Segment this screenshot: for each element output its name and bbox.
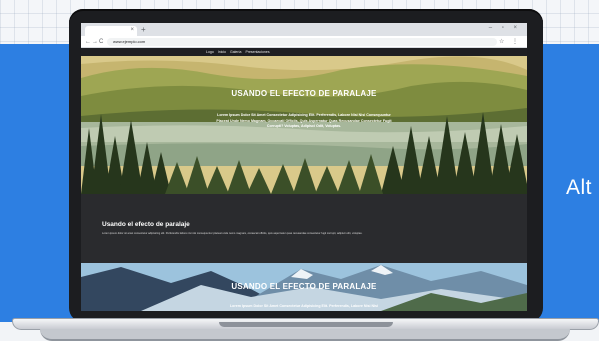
nav-item-presentaciones[interactable]: Presentaciones [245,48,269,56]
reload-icon[interactable]: C [99,37,103,47]
nav-item-galeria[interactable]: Galería [230,48,241,56]
window-controls[interactable]: – ▫ × [489,24,521,33]
hero-text: Lorem Ipsum Dolor Sit Amet Consectetur A… [216,113,392,128]
laptop-notch [219,322,393,327]
site-navbar: Logo Inicio Galería Presentaciones [81,48,527,56]
section-title: Usando el efecto de paralaje [102,221,190,228]
hero2-title: USANDO EL EFECTO DE PARALAJE [231,282,377,291]
side-text: Alt [566,176,593,199]
nav-logo[interactable]: Logo [206,48,214,56]
new-tab-icon[interactable]: + [141,25,146,34]
hero-title: USANDO EL EFECTO DE PARALAJE [231,89,377,98]
nav-item-inicio[interactable]: Inicio [218,48,226,56]
back-arrow-icon[interactable]: ← [85,37,91,47]
browser-address-bar: ← → C www.ejemplo.com ☆ ⋮ [81,36,527,48]
browser-tab[interactable]: × [85,26,137,36]
hero-mountains: USANDO EL EFECTO DE PARALAJE Lorem Ipsum… [81,263,527,311]
url-text: www.ejemplo.com [113,39,146,44]
hero-forest: USANDO EL EFECTO DE PARALAJE Lorem Ipsum… [81,56,527,194]
tab-close-icon[interactable]: × [130,26,134,35]
laptop-foot [40,329,570,341]
laptop-screen: × + – ▫ × ← → C www.ejemplo.com ☆ ⋮ Logo… [81,23,527,311]
bookmark-menu-icons[interactable]: ☆ ⋮ [499,37,521,47]
forward-arrow-icon[interactable]: → [92,37,98,47]
section-text: Lorem ipsum dolor sit amet consectetur a… [102,232,363,235]
content-section: Usando el efecto de paralaje Lorem ipsum… [81,194,527,263]
hero2-text: Lorem Ipsum Dolor Sit Amet Consectetur A… [229,304,379,308]
browser-tab-bar: × + – ▫ × [81,23,527,36]
url-input[interactable]: www.ejemplo.com [107,38,497,46]
